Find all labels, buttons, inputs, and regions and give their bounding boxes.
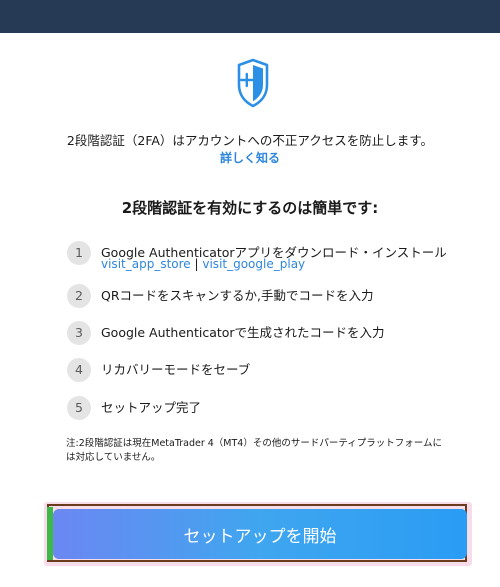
link-separator: | bbox=[194, 257, 199, 271]
top-bar bbox=[0, 0, 500, 33]
compatibility-note: 注:2段階認証は現在MetaTrader 4（MT4）その他のサードパーティプラ… bbox=[66, 438, 443, 463]
setup-heading: 2段階認証を有効にするのは簡単です: bbox=[121, 199, 379, 217]
step-text: Google Authenticatorで生成されたコードを入力 bbox=[101, 325, 385, 340]
step-text: セットアップ完了 bbox=[101, 400, 202, 415]
step-5: 5 セットアップ完了 bbox=[67, 396, 467, 420]
step-number-badge: 5 bbox=[67, 396, 91, 420]
two-factor-description: 2段階認証（2FA）はアカウントへの不正アクセスを防止します。 bbox=[66, 133, 434, 148]
app-store-link[interactable]: visit_app_store bbox=[101, 257, 191, 271]
start-setup-button[interactable]: セットアップを開始 bbox=[53, 509, 467, 559]
store-links: visit_app_store | visit_google_play bbox=[101, 257, 305, 272]
google-play-link[interactable]: visit_google_play bbox=[202, 257, 305, 271]
step-3: 3 Google Authenticatorで生成されたコードを入力 bbox=[67, 321, 467, 345]
shield-plus-icon bbox=[237, 58, 269, 108]
step-number-badge: 2 bbox=[67, 284, 91, 308]
step-2: 2 QRコードをスキャンするか,手動でコードを入力 bbox=[67, 284, 467, 308]
step-text: リカバリーモードをセーブ bbox=[101, 362, 251, 377]
step-text: QRコードをスキャンするか,手動でコードを入力 bbox=[101, 288, 374, 303]
step-number-badge: 3 bbox=[67, 321, 91, 345]
step-number-badge: 1 bbox=[67, 241, 91, 265]
learn-more-link[interactable]: 詳しく知る bbox=[0, 151, 500, 165]
step-number-badge: 4 bbox=[67, 358, 91, 382]
step-4: 4 リカバリーモードをセーブ bbox=[67, 358, 467, 382]
